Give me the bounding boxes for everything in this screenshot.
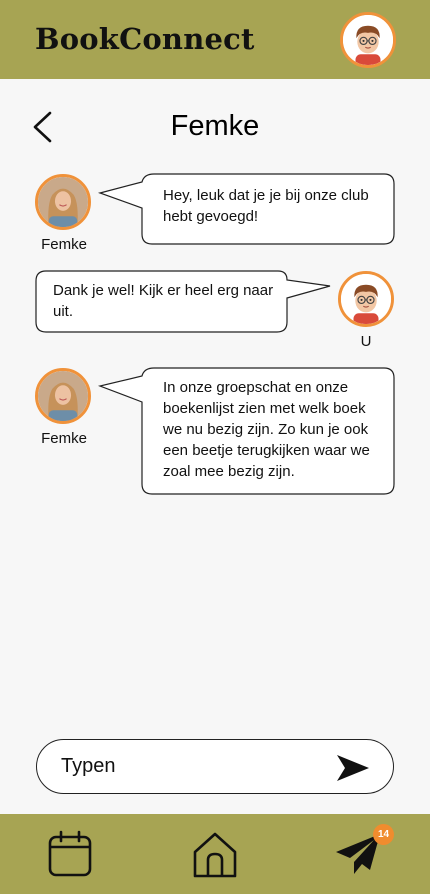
message-text: Hey, leuk dat je je bij onze club hebt g… <box>163 187 369 225</box>
woman-avatar-icon <box>38 371 88 421</box>
sender-name-femke: Femke <box>41 236 87 253</box>
sender-name-user: U <box>360 333 372 350</box>
user-avatar[interactable] <box>338 271 394 327</box>
femke-avatar[interactable] <box>35 368 91 424</box>
notification-badge: 14 <box>373 824 394 845</box>
message-text: Dank je wel! Kijk er heel erg naar uit. <box>53 282 274 320</box>
boy-avatar-icon <box>341 274 391 324</box>
bottom-nav <box>0 814 430 894</box>
calendar-icon[interactable] <box>46 830 94 878</box>
home-icon[interactable] <box>191 830 239 878</box>
message-input[interactable]: Typen <box>36 739 394 794</box>
woman-avatar-icon <box>38 177 88 227</box>
femke-avatar[interactable] <box>35 174 91 230</box>
sender-name-femke: Femke <box>41 430 87 447</box>
send-icon[interactable] <box>335 753 371 783</box>
message-text: In onze groepschat en onze boekenlijst z… <box>163 379 370 480</box>
message-input-placeholder: Typen <box>61 755 116 777</box>
